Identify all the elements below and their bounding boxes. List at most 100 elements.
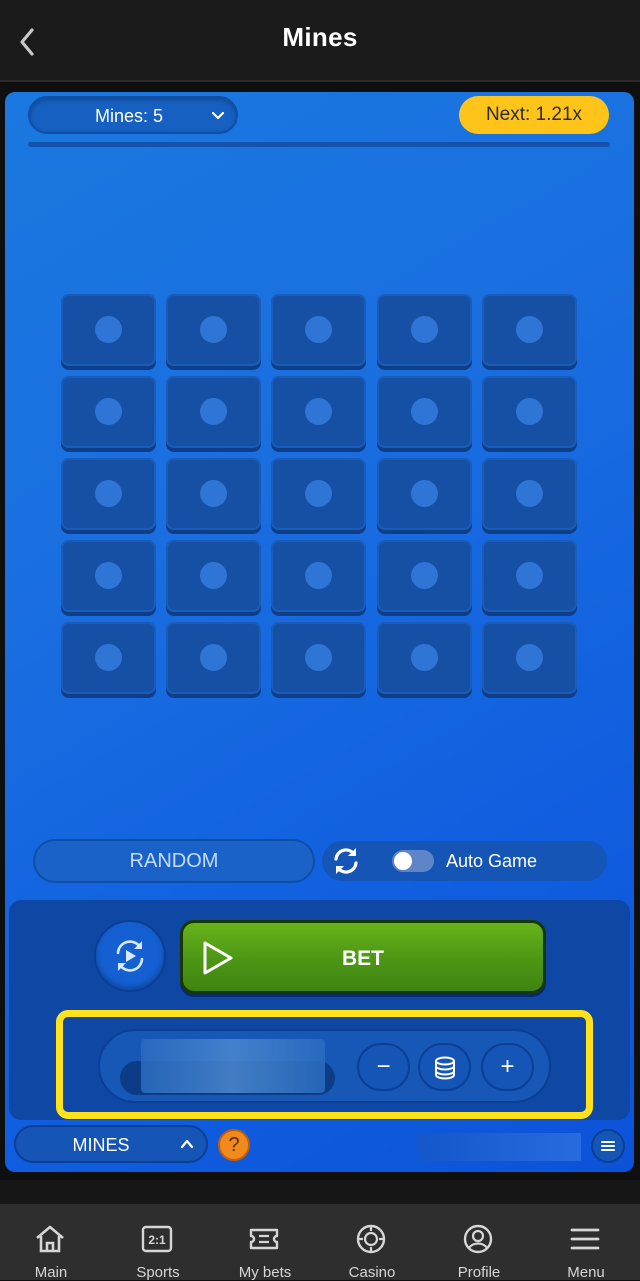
tile-dot <box>200 316 227 343</box>
hamburger-menu-icon <box>601 1141 615 1151</box>
tab-label: Casino <box>348 1264 396 1281</box>
next-multiplier-badge: Next: 1.21x <box>459 96 609 134</box>
mine-tile[interactable] <box>166 458 261 530</box>
tab-label: Main <box>34 1264 68 1281</box>
bottom-tab-bar: Main 2:1 Sports My bets Casino Profile M… <box>0 1204 640 1281</box>
tile-dot <box>95 644 122 671</box>
mines-game-board: Mines: 5 Next: 1.21x RANDOM Auto Game BE… <box>5 92 634 1172</box>
mine-tile[interactable] <box>271 622 366 694</box>
tile-dot <box>411 562 438 589</box>
mine-tile[interactable] <box>166 622 261 694</box>
refresh-icon[interactable] <box>330 845 362 877</box>
tile-dot <box>95 316 122 343</box>
tile-dot <box>305 398 332 425</box>
tab-menu[interactable]: Menu <box>532 1204 640 1281</box>
mine-tile[interactable] <box>61 540 156 612</box>
tile-dot <box>95 398 122 425</box>
mines-count-label: Mines: 5 <box>94 106 164 126</box>
tile-dot <box>200 644 227 671</box>
hamburger-menu-icon <box>570 1228 600 1250</box>
replay-button[interactable] <box>94 920 166 992</box>
help-button[interactable]: ? <box>218 1129 250 1161</box>
mine-tile[interactable] <box>377 294 472 366</box>
tile-dot <box>516 644 543 671</box>
bet-button[interactable]: BET <box>180 920 546 994</box>
mine-tile[interactable] <box>61 458 156 530</box>
game-mode-select[interactable]: MINES <box>14 1125 208 1163</box>
tab-my-bets[interactable]: My bets <box>211 1204 319 1281</box>
tile-dot <box>200 562 227 589</box>
stake-controls: − + <box>98 1029 551 1103</box>
tab-label: My bets <box>238 1264 292 1281</box>
tile-dot <box>305 316 332 343</box>
tile-dot <box>411 398 438 425</box>
mines-count-select[interactable]: Mines: 5 <box>28 96 238 134</box>
casino-chip-icon <box>356 1224 386 1254</box>
coins-button[interactable] <box>418 1043 471 1091</box>
mine-tile[interactable] <box>482 294 577 366</box>
replay-icon <box>116 940 144 972</box>
home-icon <box>36 1225 64 1253</box>
mine-tile[interactable] <box>377 540 472 612</box>
stake-controls-highlight: − + <box>56 1010 593 1119</box>
mine-tile[interactable] <box>482 376 577 448</box>
tab-casino[interactable]: Casino <box>318 1204 426 1281</box>
sports-odds-icon: 2:1 <box>141 1225 173 1253</box>
auto-game-label: Auto Game <box>446 851 538 871</box>
mine-tile[interactable] <box>271 294 366 366</box>
game-menu-button[interactable] <box>591 1129 625 1163</box>
tile-dot <box>516 316 543 343</box>
mine-tile[interactable] <box>271 376 366 448</box>
mine-tile[interactable] <box>377 376 472 448</box>
tab-sports[interactable]: 2:1 Sports <box>104 1204 212 1281</box>
increase-stake-button[interactable]: + <box>481 1043 534 1091</box>
mine-tile[interactable] <box>166 376 261 448</box>
mine-tile[interactable] <box>61 622 156 694</box>
tab-main[interactable]: Main <box>0 1204 105 1281</box>
tile-dot <box>305 644 332 671</box>
mine-tile[interactable] <box>61 376 156 448</box>
decrease-stake-button[interactable]: − <box>357 1043 410 1091</box>
random-button[interactable]: RANDOM <box>33 839 315 883</box>
page-title: Mines <box>282 22 358 52</box>
tile-dot <box>516 480 543 507</box>
mine-tile[interactable] <box>377 622 472 694</box>
tile-dot <box>95 562 122 589</box>
chevron-down-icon <box>211 111 225 120</box>
mine-tile[interactable] <box>166 540 261 612</box>
progress-track <box>28 142 610 147</box>
ticket-icon <box>249 1228 279 1250</box>
balance-info-blurred <box>418 1133 581 1161</box>
coins-stack-icon <box>434 1056 455 1080</box>
tile-dot <box>305 562 332 589</box>
mine-tile[interactable] <box>482 622 577 694</box>
tab-profile[interactable]: Profile <box>425 1204 533 1281</box>
tile-dot <box>200 398 227 425</box>
chevron-up-icon <box>180 1139 194 1149</box>
auto-game-panel: Auto Game <box>322 841 607 881</box>
mine-tile[interactable] <box>166 294 261 366</box>
tile-dot <box>516 398 543 425</box>
tab-label: Sports <box>136 1264 180 1281</box>
bet-button-label: BET <box>342 947 384 970</box>
auto-game-toggle[interactable] <box>392 850 434 872</box>
tab-label: Profile <box>457 1264 501 1281</box>
tab-label: Menu <box>567 1264 605 1281</box>
tile-dot <box>516 562 543 589</box>
divider <box>0 1180 640 1204</box>
tile-dot <box>411 480 438 507</box>
stake-amount-blurred <box>141 1039 325 1093</box>
tile-dot <box>305 480 332 507</box>
mine-tile[interactable] <box>482 458 577 530</box>
minus-icon: − <box>376 1053 391 1080</box>
mine-tile[interactable] <box>482 540 577 612</box>
mine-tile[interactable] <box>377 458 472 530</box>
game-mode-label: MINES <box>72 1135 130 1155</box>
svg-text:2:1: 2:1 <box>148 1233 166 1247</box>
tile-dot <box>411 316 438 343</box>
mine-tile[interactable] <box>61 294 156 366</box>
toggle-knob <box>394 852 412 870</box>
mine-tile[interactable] <box>271 458 366 530</box>
mine-tile[interactable] <box>271 540 366 612</box>
bet-panel: BET − + <box>9 900 630 1120</box>
